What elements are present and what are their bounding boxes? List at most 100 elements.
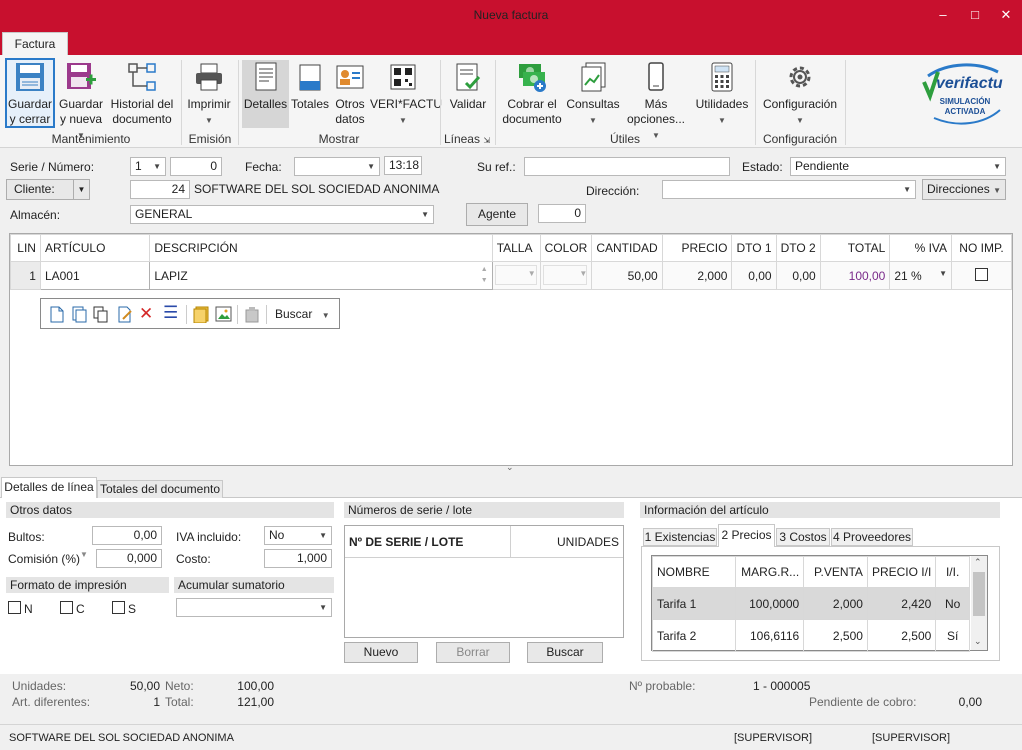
cell-noimp[interactable] [951, 261, 1012, 290]
cell-precio[interactable]: 2,000 [661, 261, 733, 290]
comision-spin-icon[interactable]: ▼ [80, 550, 88, 559]
estado-select[interactable]: Pendiente ▼ [790, 157, 1006, 176]
new-line-icon[interactable] [49, 306, 65, 323]
cell-cantidad[interactable]: 50,00 [591, 261, 663, 290]
insert-line-icon[interactable] [71, 306, 87, 323]
tab-detalles-linea[interactable]: Detalles de línea [1, 477, 97, 498]
col-iva[interactable]: % IVA [889, 234, 953, 262]
noimp-checkbox[interactable] [975, 267, 989, 281]
comision-field[interactable]: 0,000 [96, 549, 162, 568]
scroll-down-icon[interactable]: ⌄ [974, 636, 982, 647]
guardar-cerrar-button[interactable]: Guardar y cerrar [5, 58, 55, 128]
col-noimp[interactable]: NO IMP. [951, 234, 1012, 262]
col-cantidad[interactable]: CANTIDAD [591, 234, 663, 262]
table-row[interactable]: Tarifa 2 106,6116 2,500 2,500 Sí [651, 619, 970, 652]
cliente-button[interactable]: Cliente: [6, 179, 74, 200]
agente-button[interactable]: Agente [466, 203, 528, 226]
image-icon[interactable] [215, 306, 232, 322]
col-total[interactable]: TOTAL [819, 234, 891, 262]
cell-talla[interactable]: ▼ [491, 261, 541, 290]
unidades-label: Unidades: [12, 679, 67, 693]
verifactu-button[interactable]: VERI*FACTU ▼ [370, 60, 442, 128]
list-icon[interactable]: ☰ [163, 303, 178, 323]
validar-button[interactable]: Validar [444, 60, 492, 128]
edit-line-icon[interactable] [117, 306, 133, 323]
lines-search-button[interactable]: Buscar ▼ [275, 307, 330, 321]
bultos-field[interactable]: 0,00 [92, 526, 162, 545]
col-ii[interactable]: I/I. [935, 556, 970, 588]
cliente-dropdown-icon[interactable]: ▼ [73, 179, 90, 200]
cell-color[interactable]: ▼ [539, 261, 593, 290]
col-unidades[interactable]: UNIDADES [511, 526, 623, 558]
cell-dto2[interactable]: 0,00 [775, 261, 821, 290]
formato-c-checkbox[interactable] [60, 601, 73, 614]
otros-datos-button[interactable]: Otros datos [331, 60, 369, 128]
col-nombre[interactable]: NOMBRE [651, 556, 737, 588]
formato-n-checkbox[interactable] [8, 601, 21, 614]
close-icon[interactable]: ✕ [991, 0, 1021, 31]
tab-costos[interactable]: 3 Costos [776, 528, 830, 546]
serie-select[interactable]: 1 ▼ [130, 157, 166, 176]
tab-totales-documento[interactable]: Totales del documento [97, 480, 223, 498]
col-talla[interactable]: TALLA [491, 234, 541, 262]
totales-button[interactable]: Totales [290, 60, 330, 128]
table-row[interactable]: Tarifa 1 100,0000 2,000 2,420 No [651, 587, 970, 620]
tab-factura[interactable]: Factura [2, 32, 68, 56]
imprimir-button[interactable]: Imprimir ▼ [185, 60, 233, 128]
direccion-select[interactable]: ▼ [662, 180, 916, 199]
cobrar-button[interactable]: Cobrar el documento [499, 60, 565, 128]
cell-ii: No [935, 587, 970, 620]
almacen-select[interactable]: GENERAL ▼ [130, 205, 434, 224]
precios-scrollbar[interactable]: ⌃ ⌄ [971, 556, 987, 650]
acumular-select[interactable]: ▼ [176, 598, 332, 617]
tab-existencias[interactable]: 1 Existencias [643, 528, 717, 546]
cell-dto1[interactable]: 0,00 [731, 261, 777, 290]
configuracion-button[interactable]: Configuración ▼ [760, 60, 840, 128]
mas-opciones-button[interactable]: Más opciones... ▼ [622, 60, 690, 140]
scroll-up-icon[interactable]: ⌃ [974, 557, 982, 568]
borrar-button[interactable]: Borrar [436, 642, 510, 663]
notes-icon[interactable] [193, 306, 209, 323]
detalles-button[interactable]: Detalles [242, 60, 289, 128]
group-emision: Emisión [188, 132, 232, 146]
historial-button[interactable]: Historial del documento [108, 60, 176, 128]
copy-line-icon[interactable] [93, 306, 109, 323]
cell-descripcion[interactable]: LAPIZ ▲ ▼ [149, 261, 493, 290]
minimize-icon[interactable]: – [928, 0, 958, 31]
maximize-icon[interactable]: □ [960, 0, 990, 31]
consultas-button[interactable]: Consultas ▼ [566, 60, 620, 128]
formato-s-checkbox[interactable] [112, 601, 125, 614]
utilidades-button[interactable]: Utilidades ▼ [693, 60, 751, 128]
splitter-chevron-icon[interactable]: ⌄ [506, 462, 514, 473]
costo-field[interactable]: 1,000 [264, 549, 332, 568]
cell-articulo[interactable]: LA001 [39, 261, 151, 290]
col-marg[interactable]: MARG.R... [735, 556, 805, 588]
direcciones-button[interactable]: Direcciones ▼ [922, 179, 1006, 200]
hora-field[interactable]: 13:18 [384, 156, 422, 175]
table-row[interactable]: 1 LA001 LAPIZ ▲ ▼ ▼ ▼ 50,00 2,000 0,00 0,0… [10, 261, 1012, 290]
col-precio-ii[interactable]: PRECIO I/I [866, 556, 937, 588]
delete-line-icon[interactable]: ✕ [139, 304, 153, 324]
col-descripcion[interactable]: DESCRIPCIÓN [149, 234, 493, 262]
fecha-field[interactable]: ▼ [294, 157, 380, 176]
col-serie-lote[interactable]: Nº DE SERIE / LOTE [345, 526, 511, 558]
cliente-code-field[interactable]: 24 [130, 180, 190, 199]
scroll-thumb[interactable] [973, 572, 985, 616]
col-dto1[interactable]: DTO 1 [731, 234, 777, 262]
col-precio[interactable]: PRECIO [661, 234, 733, 262]
col-color[interactable]: COLOR [539, 234, 593, 262]
suref-field[interactable] [524, 157, 730, 176]
col-lin[interactable]: LIN [10, 234, 41, 262]
col-articulo[interactable]: ARTÍCULO [39, 234, 151, 262]
tab-proveedores[interactable]: 4 Proveedores [831, 528, 913, 546]
col-pventa[interactable]: P.VENTA [803, 556, 868, 588]
guardar-nueva-button[interactable]: Guardar y nueva ▼ [57, 60, 105, 140]
cell-iva[interactable]: 21 % ▼ [889, 261, 953, 290]
buscar-button[interactable]: Buscar [527, 642, 603, 663]
numero-field[interactable]: 0 [170, 157, 222, 176]
tab-precios[interactable]: 2 Precios [718, 524, 775, 547]
iva-incluido-select[interactable]: No ▼ [264, 526, 332, 545]
agente-field[interactable]: 0 [538, 204, 586, 223]
nuevo-button[interactable]: Nuevo [344, 642, 418, 663]
col-dto2[interactable]: DTO 2 [775, 234, 821, 262]
